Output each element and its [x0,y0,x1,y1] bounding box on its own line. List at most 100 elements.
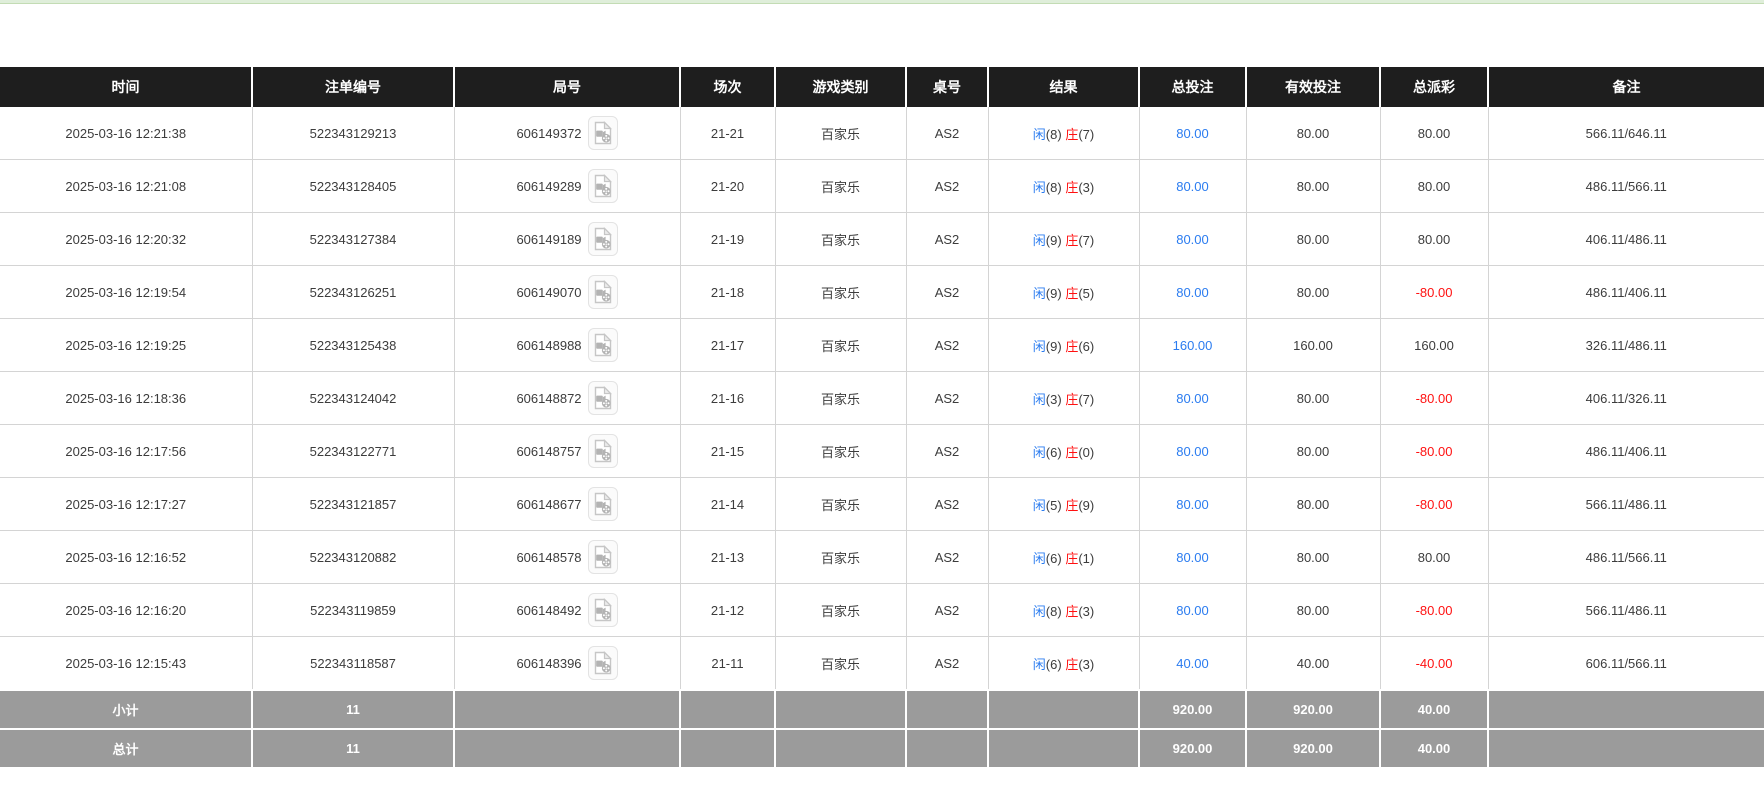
video-icon [593,174,613,198]
cell-total-bet[interactable]: 80.00 [1139,425,1246,478]
video-replay-button[interactable] [588,381,618,415]
cell-game-type: 百家乐 [775,266,906,319]
cell-remark: 406.11/486.11 [1488,213,1764,266]
cell-time: 2025-03-16 12:17:56 [0,425,252,478]
cell-round-id: 606149372 [454,107,680,160]
cell-total-bet[interactable]: 40.00 [1139,637,1246,691]
cell-table-no: AS2 [906,637,988,691]
cell-result: 闲(5) 庄(9) [988,478,1139,531]
table-row: 2025-03-16 12:16:52 522343120882 6061485… [0,531,1764,584]
cell-table-no: AS2 [906,531,988,584]
cell-total-bet[interactable]: 80.00 [1139,160,1246,213]
video-replay-button[interactable] [588,169,618,203]
cell-game-type: 百家乐 [775,107,906,160]
result-player-label: 闲 [1033,445,1046,460]
cell-valid-bet: 80.00 [1246,584,1380,637]
video-replay-button[interactable] [588,540,618,574]
cell-game-type: 百家乐 [775,531,906,584]
result-banker-label: 庄 [1065,551,1078,566]
cell-session: 21-14 [680,478,775,531]
grand-total-label: 总计 [0,729,252,768]
cell-total-bet[interactable]: 80.00 [1139,478,1246,531]
subtotal-total-bet: 920.00 [1139,690,1246,729]
column-header-remark: 备注 [1488,67,1764,107]
cell-session: 21-12 [680,584,775,637]
grand-total-payout: 40.00 [1380,729,1488,768]
round-id-text: 606149372 [516,126,581,141]
video-replay-button[interactable] [588,275,618,309]
result-banker-label: 庄 [1065,604,1078,619]
column-header-bet-id: 注单编号 [252,67,454,107]
cell-total-bet[interactable]: 160.00 [1139,319,1246,372]
cell-valid-bet: 80.00 [1246,372,1380,425]
cell-round-id: 606149189 [454,213,680,266]
result-player-label: 闲 [1033,392,1046,407]
cell-session: 21-17 [680,319,775,372]
cell-round-id: 606149070 [454,266,680,319]
empty-cell [1488,729,1764,768]
cell-result: 闲(9) 庄(7) [988,213,1139,266]
result-banker-label: 庄 [1065,392,1078,407]
video-replay-button[interactable] [588,434,618,468]
round-id-text: 606148872 [516,391,581,406]
table-row: 2025-03-16 12:17:27 522343121857 6061486… [0,478,1764,531]
cell-total-bet[interactable]: 80.00 [1139,266,1246,319]
cell-table-no: AS2 [906,425,988,478]
cell-time: 2025-03-16 12:15:43 [0,637,252,691]
result-player-label: 闲 [1033,604,1046,619]
video-replay-button[interactable] [588,593,618,627]
column-header-result: 结果 [988,67,1139,107]
video-icon [593,545,613,569]
empty-cell [988,690,1139,729]
video-icon [593,386,613,410]
cell-table-no: AS2 [906,266,988,319]
empty-cell [680,690,775,729]
cell-total-bet[interactable]: 80.00 [1139,213,1246,266]
header-row: 时间 注单编号 局号 场次 游戏类别 桌号 结果 总投注 有效投注 总派彩 备注 [0,67,1764,107]
cell-game-type: 百家乐 [775,213,906,266]
result-player-label: 闲 [1033,551,1046,566]
column-header-table-no: 桌号 [906,67,988,107]
cell-session: 21-20 [680,160,775,213]
cell-result: 闲(6) 庄(1) [988,531,1139,584]
empty-cell [680,729,775,768]
column-header-round-id: 局号 [454,67,680,107]
video-replay-button[interactable] [588,646,618,680]
cell-total-bet[interactable]: 80.00 [1139,584,1246,637]
cell-valid-bet: 40.00 [1246,637,1380,691]
cell-payout: -80.00 [1380,266,1488,319]
cell-valid-bet: 80.00 [1246,478,1380,531]
result-player-score: (8) [1046,604,1062,619]
cell-game-type: 百家乐 [775,319,906,372]
round-id-text: 606148757 [516,444,581,459]
subtotal-label: 小计 [0,690,252,729]
cell-total-bet[interactable]: 80.00 [1139,107,1246,160]
result-player-score: (3) [1046,392,1062,407]
result-banker-score: (3) [1078,657,1094,672]
cell-session: 21-19 [680,213,775,266]
result-banker-score: (1) [1078,551,1094,566]
round-id-text: 606148677 [516,497,581,512]
video-replay-button[interactable] [588,116,618,150]
cell-remark: 406.11/326.11 [1488,372,1764,425]
video-replay-button[interactable] [588,487,618,521]
result-player-label: 闲 [1033,233,1046,248]
cell-game-type: 百家乐 [775,160,906,213]
result-banker-score: (7) [1078,392,1094,407]
subtotal-payout: 40.00 [1380,690,1488,729]
cell-game-type: 百家乐 [775,637,906,691]
round-id-text: 606149189 [516,232,581,247]
video-replay-button[interactable] [588,222,618,256]
result-player-label: 闲 [1033,339,1046,354]
cell-time: 2025-03-16 12:21:08 [0,160,252,213]
cell-result: 闲(8) 庄(3) [988,584,1139,637]
video-icon [593,280,613,304]
cell-total-bet[interactable]: 80.00 [1139,531,1246,584]
table-header: 时间 注单编号 局号 场次 游戏类别 桌号 结果 总投注 有效投注 总派彩 备注 [0,67,1764,107]
video-replay-button[interactable] [588,328,618,362]
cell-remark: 606.11/566.11 [1488,637,1764,691]
empty-cell [906,729,988,768]
video-icon [593,439,613,463]
subtotal-row: 小计 11 920.00 920.00 40.00 [0,690,1764,729]
cell-total-bet[interactable]: 80.00 [1139,372,1246,425]
